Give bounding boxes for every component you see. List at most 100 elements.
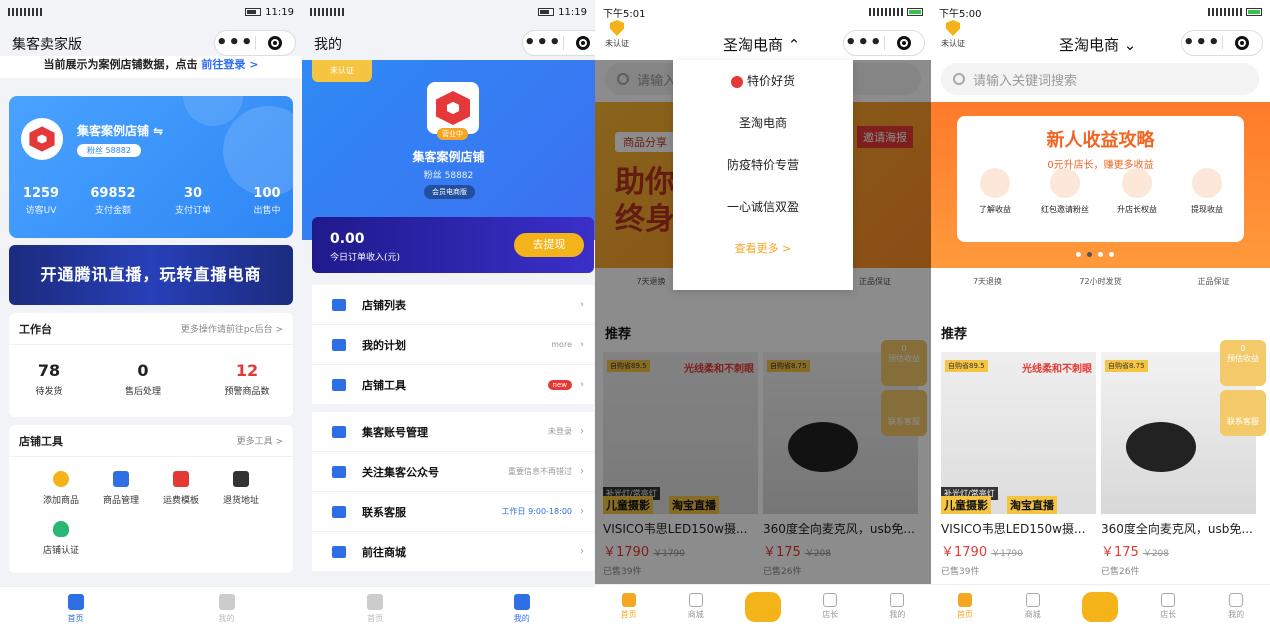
headset-icon	[332, 505, 346, 518]
crown-icon	[1161, 593, 1176, 607]
tab-home[interactable]: 首页	[302, 587, 449, 628]
tool-return-address[interactable]: 退货地址	[211, 471, 271, 506]
uncertified-badge[interactable]: 未认证	[312, 60, 372, 82]
close-target-icon[interactable]	[885, 36, 925, 50]
user-icon	[218, 594, 235, 610]
shop-logo-icon	[21, 118, 63, 160]
tab-center[interactable]	[729, 591, 796, 622]
login-link[interactable]: 前往登录 >	[201, 58, 258, 71]
tools-more-link[interactable]: 更多工具 >	[237, 434, 283, 447]
contact-service-button[interactable]: 联系客服	[1220, 390, 1266, 436]
step-withdraw: 提现收益	[1177, 168, 1237, 215]
tab-center[interactable]	[1067, 591, 1135, 622]
step-learn: 了解收益	[965, 168, 1025, 215]
basket-icon	[1025, 593, 1040, 607]
tab-mine[interactable]: 我的	[151, 587, 302, 628]
tool-freight-template[interactable]: 运费模板	[151, 471, 211, 506]
crown-icon	[823, 593, 838, 607]
product-price: ￥1790 ￥1790	[941, 545, 1023, 560]
menu-my-plan[interactable]: 我的计划 more ›	[312, 325, 594, 365]
search-input[interactable]: 请输入关键词搜索	[941, 63, 1259, 95]
workbench-more-link[interactable]: 更多操作请前往pc后台 >	[181, 322, 283, 335]
mini-program-capsule[interactable]: •••	[522, 30, 595, 56]
tab-owner[interactable]: 店长	[1134, 593, 1202, 620]
menu-contact-service[interactable]: 联系客服 工作日 9:00-18:00 ›	[312, 492, 594, 532]
open-status-tag: 营业中	[437, 128, 468, 140]
fans-badge: 粉丝 58882	[77, 144, 141, 157]
tools-title: 店铺工具	[19, 434, 63, 448]
page-title: 集客卖家版	[12, 37, 82, 53]
carousel-dots[interactable]	[1076, 252, 1114, 257]
menu-go-mall[interactable]: 前往商城 ›	[312, 532, 594, 572]
tool-shop-certify[interactable]: 店铺认证	[31, 521, 91, 556]
close-target-icon[interactable]	[564, 36, 596, 50]
tab-mall[interactable]: 商城	[999, 593, 1067, 620]
shop-name[interactable]: 集客案例店铺 ⇋	[77, 122, 163, 139]
status-bar: 11:19	[0, 0, 302, 24]
menu-shop-list[interactable]: 店铺列表 ›	[312, 285, 594, 325]
tab-mine[interactable]: 我的	[864, 593, 931, 620]
tab-bar: 首页 我的	[0, 586, 302, 628]
product-title: VISICO韦思LED150w摄...	[941, 522, 1086, 536]
more-icon[interactable]: •••	[523, 34, 563, 52]
fans-count: 粉丝 58882	[423, 171, 474, 181]
shield-check-icon	[53, 521, 69, 537]
status-bar: 下午5:00	[931, 0, 1270, 24]
tab-home[interactable]: 首页	[595, 593, 662, 620]
warning-products[interactable]: 12 预警商品数	[207, 361, 287, 397]
uncertified-status[interactable]: 未认证	[605, 20, 629, 49]
menu-shop-tools[interactable]: 店铺工具 new ›	[312, 365, 594, 405]
mall-switcher[interactable]: 圣淘电商 ⌃	[723, 34, 800, 55]
mall-switcher[interactable]: 圣淘电商 ⌄	[1059, 34, 1136, 55]
tab-owner[interactable]: 店长	[797, 593, 864, 620]
withdraw-button[interactable]: 去提现	[514, 233, 584, 257]
profile-hero: 未认证 营业中 集客案例店铺 粉丝 58882 会员电商版	[302, 60, 595, 240]
mall-tab-bar: 首页 商城 店长 我的	[595, 584, 931, 628]
tool-product-manage[interactable]: 商品管理	[91, 471, 151, 506]
mini-program-capsule[interactable]: •••	[214, 30, 296, 56]
menu-account-manage[interactable]: 集客账号管理 未登录 ›	[312, 412, 594, 452]
step-invite: 红包邀请粉丝	[1035, 168, 1095, 215]
more-icon[interactable]: •••	[844, 34, 884, 52]
uncertified-status[interactable]: 未认证	[941, 20, 965, 49]
workbench-card: 工作台 更多操作请前往pc后台 > 78 待发货 0 售后处理 12 预警商品数	[9, 313, 293, 417]
tab-mine[interactable]: 我的	[449, 587, 596, 628]
menu-follow-official[interactable]: 关注集客公众号 重要信息不再错过 ›	[312, 452, 594, 492]
estimated-income-button[interactable]: 0 预估收益	[1220, 340, 1266, 386]
more-icon[interactable]: •••	[1182, 34, 1222, 52]
tab-mall[interactable]: 商城	[662, 593, 729, 620]
home-icon	[621, 593, 636, 607]
more-icon[interactable]: •••	[215, 34, 255, 52]
mini-program-capsule[interactable]: •••	[1181, 30, 1263, 56]
after-sales[interactable]: 0 售后处理	[103, 361, 183, 397]
dropdown-item[interactable]: 圣淘电商	[673, 102, 853, 144]
product-sold: 已售39件	[941, 567, 980, 577]
dropdown-more[interactable]: 查看更多 >	[673, 228, 853, 270]
newbie-banner[interactable]: 新人收益攻略 0元升店长，赚更多收益 了解收益 红包邀请粉丝 升店长权益 提现收…	[931, 102, 1270, 268]
tab-mine[interactable]: 我的	[1202, 593, 1270, 620]
wechat-icon	[332, 465, 346, 478]
product-card[interactable]: 自购省89.5 光线柔和不刺眼 补光灯/常亮灯 儿童摄影 淘宝直播 VISICO…	[941, 352, 1096, 582]
pending-shipment[interactable]: 78 待发货	[9, 361, 89, 397]
income-amount: 0.00	[330, 231, 365, 247]
home-icon	[957, 593, 972, 607]
home-icon	[67, 594, 84, 610]
product-card[interactable]: 自购省8.75 360度全向麦克风，usb免... ￥175 ￥208 已售26件	[1101, 352, 1256, 582]
signal-icon	[310, 8, 344, 16]
close-target-icon[interactable]	[1223, 36, 1263, 50]
add-icon	[53, 471, 69, 487]
tab-home[interactable]: 首页	[0, 587, 151, 628]
dropdown-item[interactable]: 一心诚信双盈	[673, 186, 853, 228]
live-stream-banner[interactable]: 开通腾讯直播，玩转直播电商	[9, 245, 293, 305]
dropdown-item[interactable]: 特价好货	[673, 60, 853, 102]
stat-on-sale: 100 出售中	[253, 186, 281, 216]
close-target-icon[interactable]	[256, 36, 296, 50]
tool-add-product[interactable]: 添加商品	[31, 471, 91, 506]
home-icon	[367, 594, 384, 610]
dropdown-item[interactable]: 防疫特价专营	[673, 144, 853, 186]
mini-program-capsule[interactable]: •••	[843, 30, 925, 56]
shop-summary-card[interactable]: 集客案例店铺 ⇋ 粉丝 58882 1259 访客UV 69852 支付金额 30 支…	[9, 96, 293, 238]
product-image[interactable]: 自购省89.5 光线柔和不刺眼 补光灯/常亮灯 儿童摄影 淘宝直播	[941, 352, 1096, 514]
tab-home[interactable]: 首页	[931, 593, 999, 620]
store-icon	[332, 298, 346, 311]
